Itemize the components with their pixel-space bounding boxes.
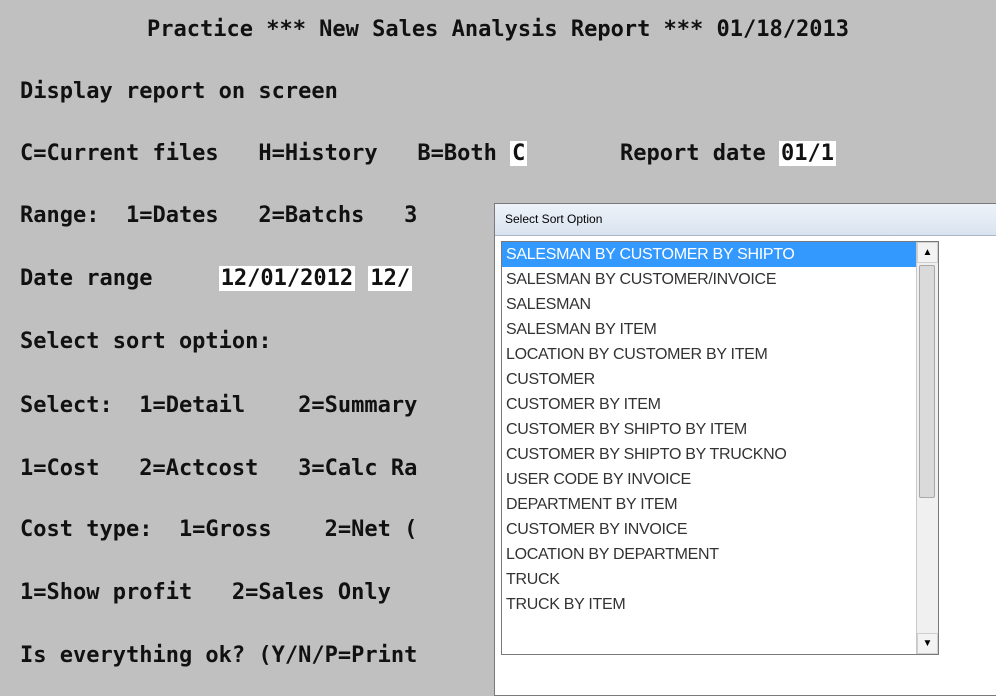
report-date-label: Report date xyxy=(620,141,779,166)
sort-option-prompt: Select sort option: xyxy=(20,329,272,354)
select-detail-line: Select: 1=Detail 2=Summary xyxy=(20,393,418,418)
sort-option-item[interactable]: CUSTOMER BY INVOICE xyxy=(502,517,938,542)
scrollbar-thumb[interactable] xyxy=(919,265,935,498)
sort-option-item[interactable]: SALESMAN xyxy=(502,292,938,317)
range-line: Range: 1=Dates 2=Batchs 3 xyxy=(20,203,418,228)
sort-option-item[interactable]: CUSTOMER BY SHIPTO BY TRUCKNO xyxy=(502,442,938,467)
scroll-up-icon[interactable]: ▲ xyxy=(917,242,938,263)
sort-option-item[interactable]: LOCATION BY CUSTOMER BY ITEM xyxy=(502,342,938,367)
report-date-input[interactable]: 01/1 xyxy=(779,141,836,166)
sort-option-item[interactable]: SALESMAN BY CUSTOMER/INVOICE xyxy=(502,267,938,292)
sort-option-item[interactable]: TRUCK xyxy=(502,567,938,592)
listbox-scrollbar[interactable]: ▲ ▼ xyxy=(916,242,938,654)
sort-option-item[interactable]: CUSTOMER BY ITEM xyxy=(502,392,938,417)
files-line: C=Current files H=History B=Both C Repor… xyxy=(20,136,836,172)
confirm-prompt: Is everything ok? (Y/N/P=Print xyxy=(20,643,418,668)
sort-option-item[interactable]: CUSTOMER xyxy=(502,367,938,392)
date-to-input[interactable]: 12/ xyxy=(368,266,413,291)
sort-option-item[interactable]: DEPARTMENT BY ITEM xyxy=(502,492,938,517)
sort-option-item[interactable]: LOCATION BY DEPARTMENT xyxy=(502,542,938,567)
sort-option-item[interactable]: TRUCK BY ITEM xyxy=(502,592,938,617)
date-range-label: Date range xyxy=(20,266,219,291)
sort-option-item[interactable]: USER CODE BY INVOICE xyxy=(502,467,938,492)
sort-option-item[interactable]: SALESMAN BY CUSTOMER BY SHIPTO xyxy=(502,242,938,267)
sort-option-list: SALESMAN BY CUSTOMER BY SHIPTO SALESMAN B… xyxy=(502,242,938,617)
sort-option-listbox[interactable]: SALESMAN BY CUSTOMER BY SHIPTO SALESMAN B… xyxy=(501,241,939,655)
cost-type-line: Cost type: 1=Gross 2=Net ( xyxy=(20,517,418,542)
sort-option-item[interactable]: SALESMAN BY ITEM xyxy=(502,317,938,342)
files-input[interactable]: C xyxy=(510,141,528,166)
report-title: Practice *** New Sales Analysis Report *… xyxy=(147,17,849,42)
profit-line: 1=Show profit 2=Sales Only xyxy=(20,580,391,605)
cost-line: 1=Cost 2=Actcost 3=Calc Ra xyxy=(20,456,418,481)
sort-option-item[interactable]: CUSTOMER BY SHIPTO BY ITEM xyxy=(502,417,938,442)
date-range-line: Date range 12/01/2012 12/ xyxy=(20,261,413,297)
display-report-label: Display report on screen xyxy=(20,79,338,104)
files-options-label: C=Current files H=History B=Both xyxy=(20,141,511,166)
dialog-title: Select Sort Option xyxy=(495,204,996,236)
scroll-down-icon[interactable]: ▼ xyxy=(917,633,938,654)
sort-option-dialog: Select Sort Option SALESMAN BY CUSTOMER … xyxy=(494,203,996,696)
date-from-input[interactable]: 12/01/2012 xyxy=(218,266,356,291)
